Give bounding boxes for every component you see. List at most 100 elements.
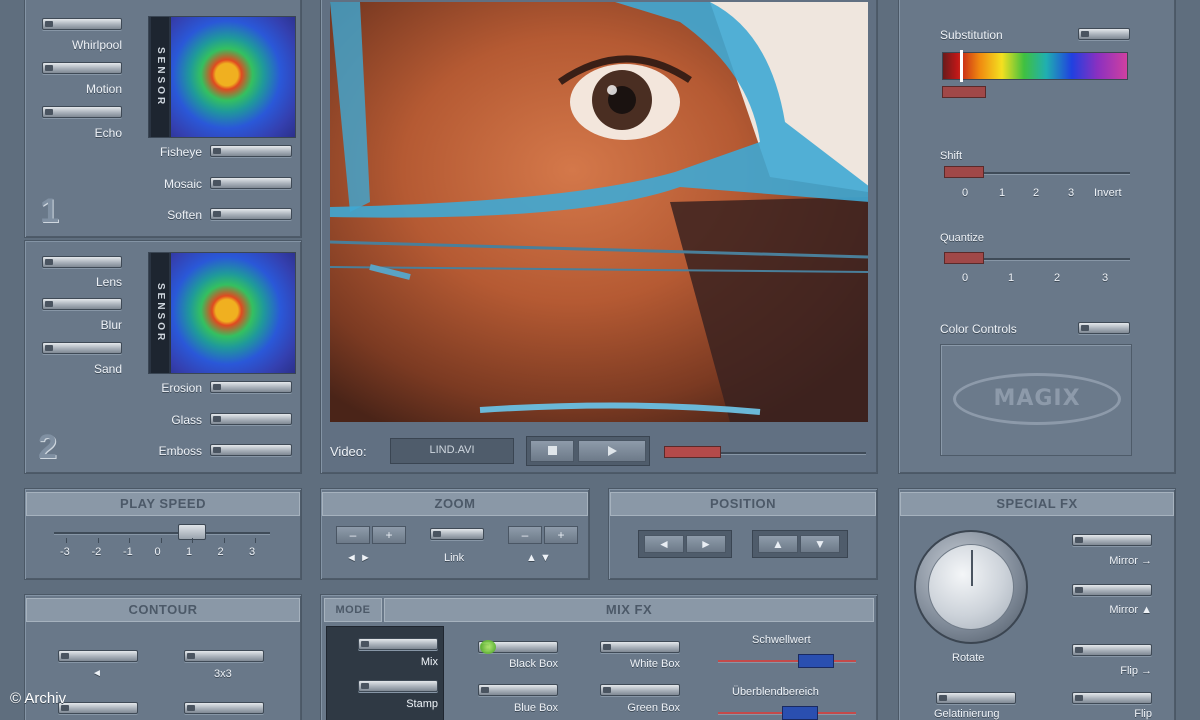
white-box-toggle[interactable] — [600, 641, 680, 653]
mix-mode-stamp-label: Stamp — [406, 698, 438, 710]
flip-v-label: Flip — [1134, 708, 1152, 720]
threshold-slider[interactable] — [798, 654, 834, 668]
logo-box: MAGIX — [940, 344, 1132, 456]
zoom-v-arrows: ▲ ▼ — [526, 552, 551, 564]
mirror-v-label: Mirror ▲ — [1109, 604, 1152, 616]
shift-label: Shift — [940, 150, 963, 162]
whirlpool-toggle[interactable] — [42, 18, 122, 30]
extra-fx-toggle[interactable] — [936, 692, 1016, 704]
flip-v-toggle[interactable] — [1072, 692, 1152, 704]
stop-button[interactable] — [530, 440, 574, 462]
blend-slider[interactable] — [782, 706, 818, 720]
extra-fx-label: Gelatinierung — [934, 708, 1000, 720]
sensor-heatmap-2 — [171, 253, 295, 373]
play-speed-tick: -1 — [123, 546, 133, 558]
play-speed-tick-mark — [255, 538, 256, 543]
quantize-tick-2: 2 — [1054, 272, 1061, 284]
quantize-label: Quantize — [940, 232, 985, 244]
mirror-h-label: Mirror → — [1109, 555, 1152, 567]
contour-left-toggle-2[interactable] — [58, 702, 138, 714]
mix-fx-header: MIX FX — [384, 598, 874, 622]
shift-tick-2: 2 — [1033, 187, 1040, 199]
shift-slider[interactable] — [944, 166, 984, 178]
position-right-button[interactable]: ► — [686, 535, 726, 553]
play-speed-header: PLAY SPEED — [26, 492, 300, 516]
glass-toggle[interactable] — [210, 413, 292, 425]
blue-box-label: Blue Box — [513, 702, 558, 714]
erosion-label: Erosion — [161, 381, 202, 395]
play-speed-tick-mark — [97, 538, 99, 543]
play-speed-track[interactable] — [54, 532, 270, 534]
video-filename-field[interactable]: LIND.AVI — [390, 438, 514, 464]
play-button[interactable] — [578, 440, 646, 462]
sand-toggle[interactable] — [42, 342, 122, 354]
substitution-toggle[interactable] — [1078, 28, 1130, 40]
blur-label: Blur — [100, 318, 122, 332]
motion-toggle[interactable] — [42, 62, 122, 74]
quantize-tick-1: 1 — [1008, 272, 1015, 284]
fisheye-toggle[interactable] — [210, 145, 292, 157]
play-speed-tick: 1 — [186, 546, 193, 558]
contour-header: CONTOUR — [26, 598, 300, 622]
zoom-link-toggle[interactable] — [430, 528, 484, 540]
threshold-label: Schwellwert — [752, 634, 811, 646]
substitution-slider[interactable] — [942, 86, 986, 98]
mirror-v-toggle[interactable] — [1072, 584, 1152, 596]
threshold-track[interactable] — [718, 660, 856, 662]
spectrum-marker[interactable] — [960, 50, 963, 82]
echo-label: Echo — [94, 126, 122, 140]
quantize-slider[interactable] — [944, 252, 984, 264]
green-box-toggle[interactable] — [600, 684, 680, 696]
sensor-label-2: SENSOR — [151, 253, 169, 373]
play-speed-tick: -2 — [91, 546, 102, 558]
color-controls-toggle[interactable] — [1078, 322, 1130, 334]
echo-toggle[interactable] — [42, 106, 122, 118]
zoom-v-minus-button[interactable]: – — [508, 526, 542, 544]
zoom-h-minus-button[interactable]: – — [336, 526, 370, 544]
blur-toggle[interactable] — [42, 298, 122, 310]
erosion-toggle[interactable] — [210, 381, 292, 393]
blue-box-toggle[interactable] — [478, 684, 558, 696]
lens-label: Lens — [95, 275, 122, 289]
contour-size-toggle-2[interactable] — [184, 702, 264, 714]
position-left-button[interactable]: ◄ — [644, 535, 684, 553]
position-down-button[interactable]: ▼ — [800, 535, 840, 553]
shift-tick-invert: Invert — [1094, 187, 1122, 199]
contour-arrow-label: ◄ — [92, 668, 102, 679]
color-spectrum-bar[interactable] — [942, 52, 1128, 80]
rotate-label: Rotate — [952, 652, 985, 664]
sensor-display-2[interactable]: SENSOR — [148, 252, 296, 374]
quantize-tick-0: 0 — [962, 272, 969, 284]
soften-toggle[interactable] — [210, 208, 292, 220]
sensor-display-1[interactable]: SENSOR — [148, 16, 296, 138]
zoom-header: ZOOM — [322, 492, 588, 516]
sand-label: Sand — [93, 362, 122, 376]
flip-h-toggle[interactable] — [1072, 644, 1152, 656]
play-speed-tick-mark — [129, 538, 130, 543]
video-progress-fill[interactable] — [664, 446, 721, 458]
position-up-button[interactable]: ▲ — [758, 535, 798, 553]
video-preview[interactable] — [330, 2, 868, 422]
rotate-dial-pointer — [971, 550, 973, 586]
play-icon — [607, 446, 617, 456]
lens-toggle[interactable] — [42, 256, 122, 268]
blend-label: Überblendbereich — [732, 686, 819, 698]
emboss-toggle[interactable] — [210, 444, 292, 456]
stamp-mode-toggle[interactable] — [358, 680, 438, 692]
mix-mode-toggle[interactable] — [358, 638, 438, 650]
mix-mode-mix-label: Mix — [420, 656, 438, 668]
contour-left-toggle[interactable] — [58, 650, 138, 662]
zoom-v-plus-button[interactable]: + — [544, 526, 578, 544]
contour-size-toggle[interactable] — [184, 650, 264, 662]
panel-number-1: 1 — [40, 192, 59, 230]
play-speed-tick-mark — [160, 538, 162, 543]
rotate-dial[interactable] — [914, 530, 1028, 644]
sensor-label-1: SENSOR — [151, 17, 169, 137]
mix-mode-tab[interactable]: MODE — [324, 598, 382, 622]
mirror-h-toggle[interactable] — [1072, 534, 1152, 546]
play-speed-tick: -3 — [60, 546, 70, 558]
zoom-h-plus-button[interactable]: + — [372, 526, 406, 544]
magix-logo-text: MAGIX — [993, 386, 1081, 411]
mosaic-toggle[interactable] — [210, 177, 292, 189]
panel-number-2: 2 — [38, 428, 57, 466]
